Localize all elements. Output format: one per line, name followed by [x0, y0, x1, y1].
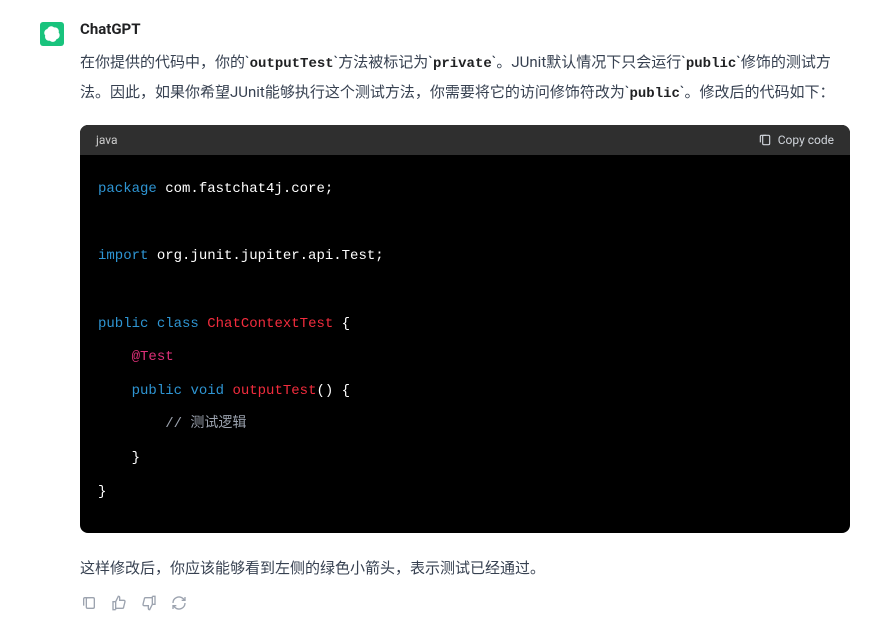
code-token: public: [98, 316, 148, 332]
code-token: com.fastchat4j.core;: [157, 181, 333, 197]
copy-code-button[interactable]: Copy code: [758, 133, 834, 147]
inline-code: private: [433, 56, 492, 72]
code-token: package: [98, 181, 157, 197]
clipboard-icon: [758, 133, 772, 147]
code-token: [148, 316, 156, 332]
message-actions: [80, 594, 850, 612]
code-token: // 测试逻辑: [165, 416, 246, 432]
regenerate-button[interactable]: [170, 594, 188, 612]
inline-code: public: [686, 56, 736, 72]
copy-code-label: Copy code: [778, 133, 834, 147]
thumbs-up-button[interactable]: [110, 594, 128, 612]
copy-message-button[interactable]: [80, 594, 98, 612]
inline-code: public: [629, 86, 679, 102]
assistant-avatar: [40, 22, 64, 46]
message-footer-text: 这样修改后，你应该能够看到左侧的绿色小箭头，表示测试已经通过。: [80, 555, 850, 582]
regenerate-icon: [171, 595, 187, 611]
code-block: java Copy code package com.fastchat4j.co…: [80, 125, 850, 533]
code-token: org.junit.jupiter.api.Test;: [148, 248, 383, 264]
code-language-label: java: [96, 133, 118, 147]
code-token: {: [333, 316, 350, 332]
code-token: () {: [316, 383, 350, 399]
code-token: @Test: [132, 349, 174, 365]
code-token: [98, 416, 165, 432]
thumbs-down-icon: [141, 595, 157, 611]
message-content: ChatGPT 在你提供的代码中，你的`outputTest`方法被标记为`pr…: [80, 20, 850, 612]
code-token: outputTest: [232, 383, 316, 399]
author-name: ChatGPT: [80, 20, 850, 38]
openai-logo-icon: [44, 26, 60, 42]
code-token: ChatContextTest: [207, 316, 333, 332]
clipboard-icon: [81, 595, 97, 611]
code-header: java Copy code: [80, 125, 850, 155]
thumbs-up-icon: [111, 595, 127, 611]
code-token: [98, 383, 132, 399]
code-token: }: [98, 450, 140, 466]
thumbs-down-button[interactable]: [140, 594, 158, 612]
code-token: }: [98, 484, 106, 500]
code-token: class: [157, 316, 199, 332]
code-token: public: [132, 383, 182, 399]
inline-code: outputTest: [250, 56, 334, 72]
code-token: [98, 349, 132, 365]
assistant-message: ChatGPT 在你提供的代码中，你的`outputTest`方法被标记为`pr…: [40, 20, 850, 612]
message-paragraph: 在你提供的代码中，你的`outputTest`方法被标记为`private`。J…: [80, 48, 850, 107]
code-token: [199, 316, 207, 332]
code-content: package com.fastchat4j.core; import org.…: [80, 155, 850, 533]
code-token: import: [98, 248, 148, 264]
code-token: void: [190, 383, 224, 399]
